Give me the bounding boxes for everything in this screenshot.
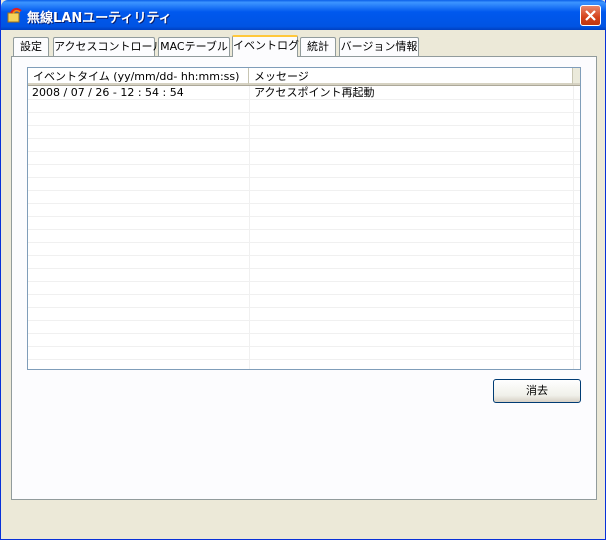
tab-access-control[interactable]: アクセスコントロール <box>53 37 163 56</box>
grid-line <box>28 112 580 113</box>
grid-line <box>28 99 580 100</box>
message-cell: アクセスポイント再起動 <box>254 86 375 99</box>
close-icon <box>585 10 596 21</box>
grid-line <box>28 268 580 269</box>
window-title: 無線LANユーティリティ <box>27 11 172 26</box>
grid-line <box>28 125 580 126</box>
grid-line <box>28 281 580 282</box>
table-row[interactable]: 2008 / 07 / 26 - 12 : 54 : 54 アクセスポイント再起… <box>28 86 580 99</box>
grid-line <box>28 164 580 165</box>
grid-line <box>28 359 580 360</box>
tab-version-info[interactable]: バージョン情報 <box>339 37 419 56</box>
close-button[interactable] <box>580 5 601 26</box>
grid-line <box>28 320 580 321</box>
tab-statistics[interactable]: 統計 <box>300 37 336 56</box>
list-body: 2008 / 07 / 26 - 12 : 54 : 54 アクセスポイント再起… <box>28 86 580 369</box>
grid-line <box>28 346 580 347</box>
clear-button[interactable]: 消去 <box>493 379 581 403</box>
grid-line <box>28 307 580 308</box>
wireless-app-icon <box>7 7 23 23</box>
grid-line <box>28 203 580 204</box>
grid-line <box>28 138 580 139</box>
grid-line <box>28 333 580 334</box>
column-header-message[interactable]: メッセージ <box>249 68 573 85</box>
event-time-cell: 2008 / 07 / 26 - 12 : 54 : 54 <box>32 86 184 99</box>
grid-line <box>28 216 580 217</box>
grid-line <box>28 255 580 256</box>
tab-mac-table[interactable]: MACテーブル <box>158 37 230 56</box>
title-bar[interactable]: 無線LANユーティリティ <box>1 0 606 30</box>
column-header-filler <box>573 68 580 85</box>
grid-line <box>28 177 580 178</box>
event-log-list[interactable]: イベントタイム (yy/mm/dd- hh:mm:ss) メッセージ 2008 … <box>27 67 581 370</box>
grid-line <box>573 86 574 369</box>
tab-event-log[interactable]: イベントログ <box>232 35 299 57</box>
grid-line <box>28 242 580 243</box>
grid-line <box>28 229 580 230</box>
app-window: 無線LANユーティリティ 設定 アクセスコントロール MACテーブル イベントロ… <box>0 0 606 540</box>
grid-line <box>28 294 580 295</box>
column-header-event-time[interactable]: イベントタイム (yy/mm/dd- hh:mm:ss) <box>28 68 249 85</box>
list-header: イベントタイム (yy/mm/dd- hh:mm:ss) メッセージ <box>28 68 580 86</box>
grid-line <box>28 151 580 152</box>
tab-settings[interactable]: 設定 <box>13 37 49 56</box>
grid-line <box>249 86 250 369</box>
grid-line <box>28 190 580 191</box>
